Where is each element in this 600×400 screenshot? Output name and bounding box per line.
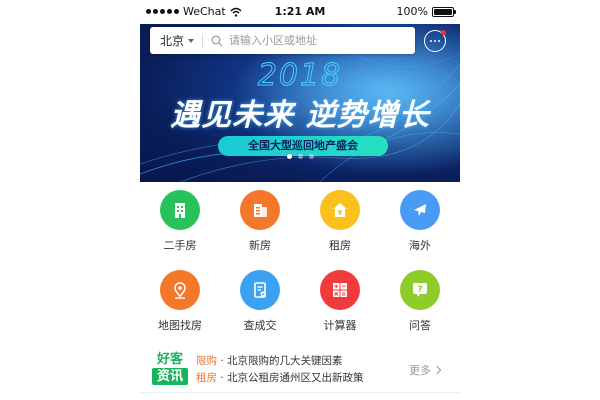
banner-year: 2018 <box>257 58 343 94</box>
status-bar: WeChat 1:21 AM 100% <box>140 0 460 24</box>
news-tag: 租房 <box>196 372 217 384</box>
news-tag: 限购 <box>196 355 217 367</box>
news-ticker[interactable]: 好客 资讯 限购 · 北京限购的几大关键因素 租房 · 北京公租房通州区又出新政… <box>140 348 460 392</box>
status-right: 100% <box>396 5 456 18</box>
news-list: 限购 · 北京限购的几大关键因素 租房 · 北京公租房通州区又出新政策 <box>196 353 364 387</box>
battery-percent: 100% <box>396 5 428 18</box>
more-link[interactable]: 更多 <box>409 362 442 378</box>
banner-title: 遇见未来 逆势增长 <box>170 98 430 133</box>
news-logo-line1: 好客 <box>156 352 183 367</box>
news-logo: 好客 资讯 <box>152 351 188 385</box>
grid-item-overseas[interactable]: 海外 <box>390 190 450 253</box>
grid-item-second-hand[interactable]: 二手房 <box>150 190 210 253</box>
grid-label: 海外 <box>409 239 431 252</box>
calculator-icon <box>320 270 360 310</box>
news-item[interactable]: 租房 · 北京公租房通州区又出新政策 <box>196 370 364 387</box>
bottom-divider <box>140 392 460 393</box>
message-button[interactable] <box>424 30 446 52</box>
phone-screen: WeChat 1:21 AM 100% 2018 遇见未来 逆势增长 全国大型巡… <box>140 0 460 400</box>
message-dot <box>438 40 440 42</box>
banner-pager <box>140 154 460 159</box>
pager-dot[interactable] <box>297 154 303 159</box>
grid-label: 计算器 <box>323 319 357 332</box>
grid-item-calculator[interactable]: 计算器 <box>310 270 370 333</box>
grid-label: 租房 <box>329 239 351 252</box>
grid-label: 新房 <box>249 239 271 252</box>
rent-icon: ¥ <box>320 190 360 230</box>
search-bar: 北京 <box>150 27 415 54</box>
caret-down-icon <box>188 38 195 43</box>
grid-item-qa[interactable]: ? 问答 <box>390 270 450 333</box>
search-icon <box>211 35 223 46</box>
grid-item-new-house[interactable]: 新房 <box>230 190 290 253</box>
banner-subtitle-pill: 全国大型巡回地产盛会 <box>218 136 388 156</box>
new-house-icon <box>240 190 280 230</box>
news-text: 北京公租房通州区又出新政策 <box>227 372 364 384</box>
message-dot <box>434 40 436 42</box>
grid-label: 地图找房 <box>158 319 202 332</box>
building-icon <box>160 190 200 230</box>
grid-label: 查成交 <box>243 319 277 332</box>
notification-badge <box>441 30 446 35</box>
grid-item-transactions[interactable]: 查成交 <box>230 270 290 333</box>
grid-item-map-search[interactable]: 地图找房 <box>150 270 210 333</box>
svg-text:¥: ¥ <box>338 209 343 217</box>
battery-fill <box>434 8 452 15</box>
news-logo-line2: 资讯 <box>152 368 188 385</box>
city-label: 北京 <box>160 34 185 48</box>
search-divider <box>202 33 204 48</box>
map-pin-icon <box>160 270 200 310</box>
message-dot <box>430 40 432 42</box>
search-input[interactable] <box>227 33 402 48</box>
grid-item-rent[interactable]: ¥ 租房 <box>310 190 370 253</box>
pager-dot[interactable] <box>308 154 314 159</box>
pager-dot-active[interactable] <box>286 154 292 159</box>
grid-label: 二手房 <box>163 239 197 252</box>
news-text: 北京限购的几大关键因素 <box>227 355 343 367</box>
svg-text:?: ? <box>417 285 422 295</box>
news-item[interactable]: 限购 · 北京限购的几大关键因素 <box>196 353 364 370</box>
grid-label: 问答 <box>409 319 431 332</box>
battery-icon <box>432 6 456 17</box>
more-label: 更多 <box>409 364 431 377</box>
chevron-right-icon <box>432 365 442 375</box>
question-icon: ? <box>400 270 440 310</box>
document-check-icon <box>240 270 280 310</box>
city-selector[interactable]: 北京 <box>150 32 202 49</box>
airplane-icon <box>400 190 440 230</box>
